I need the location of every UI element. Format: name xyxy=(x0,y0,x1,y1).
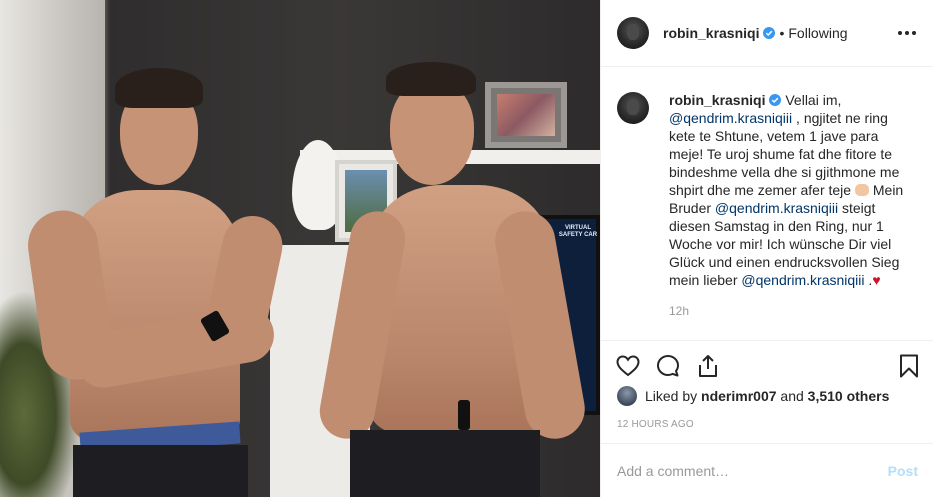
caption-author-avatar[interactable] xyxy=(617,92,649,124)
post-comment-button[interactable]: Post xyxy=(888,463,918,479)
verified-badge-icon xyxy=(763,27,776,39)
header-separator: • xyxy=(779,25,785,41)
post-photo[interactable]: VIRTUAL SAFETY CAR xyxy=(0,0,600,497)
caption-text-1: Vellai im, xyxy=(785,92,842,108)
liked-by-prefix: Liked by xyxy=(645,388,698,404)
post-header: robin_krasniqi • Following xyxy=(601,0,933,67)
author-username[interactable]: robin_krasniqi xyxy=(663,25,759,41)
likes-and-word: and xyxy=(780,388,804,404)
instagram-post: VIRTUAL SAFETY CAR robin_krasniqi • Foll… xyxy=(0,0,933,497)
share-icon[interactable] xyxy=(695,353,721,379)
liker-username[interactable]: nderimr007 xyxy=(701,388,776,404)
comment-icon[interactable] xyxy=(655,353,681,379)
following-button[interactable]: Following xyxy=(788,25,847,41)
author-avatar[interactable] xyxy=(617,17,649,49)
caption-area: robin_krasniqi Vellai im, @qendrim.krasn… xyxy=(601,67,933,340)
likes-summary: Liked by nderimr007 and 3,510 others xyxy=(617,386,889,406)
caption-mention-2[interactable]: @qendrim.krasniqiii xyxy=(715,200,838,216)
heart-emoji-icon: ♥ xyxy=(872,272,881,288)
caption-username[interactable]: robin_krasniqi xyxy=(669,92,765,108)
likes-count[interactable]: 3,510 others xyxy=(808,388,890,404)
photo-person-left xyxy=(23,65,288,497)
post-side-panel: robin_krasniqi • Following robin_krasniq… xyxy=(600,0,933,497)
caption-mention-3[interactable]: @qendrim.krasniqiii xyxy=(741,272,864,288)
photo-person-right xyxy=(315,60,600,497)
caption-text: robin_krasniqi Vellai im, @qendrim.krasn… xyxy=(669,91,909,289)
add-comment-bar: Post xyxy=(601,443,933,497)
more-options-icon[interactable] xyxy=(895,24,919,42)
liker-avatar[interactable] xyxy=(617,386,637,406)
comment-input[interactable] xyxy=(617,462,877,479)
action-bar xyxy=(601,340,933,390)
heart-icon[interactable] xyxy=(615,353,641,379)
caption-verified-badge-icon xyxy=(769,94,782,106)
fist-bump-emoji-icon xyxy=(854,184,869,196)
caption-mention-1[interactable]: @qendrim.krasniqiii xyxy=(669,110,792,126)
bookmark-icon[interactable] xyxy=(896,353,922,379)
post-timestamp[interactable]: 12 HOURS AGO xyxy=(617,419,694,430)
caption-time[interactable]: 12h xyxy=(669,304,909,318)
caption-block: robin_krasniqi Vellai im, @qendrim.krasn… xyxy=(669,91,909,340)
